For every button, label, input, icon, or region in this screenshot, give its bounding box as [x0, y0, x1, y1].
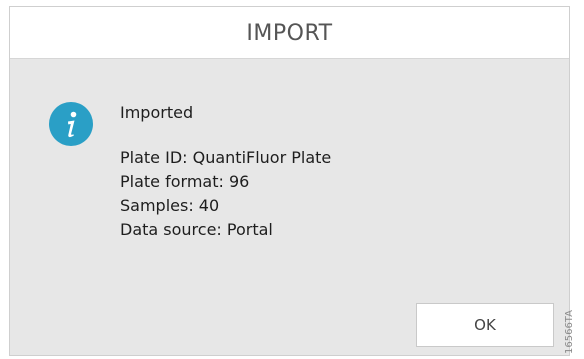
info-glyph-icon	[68, 111, 77, 138]
dialog-title-bar: IMPORT	[10, 7, 569, 59]
info-icon	[49, 102, 93, 146]
message-area: Imported Plate ID: QuantiFluor Plate Pla…	[120, 101, 331, 242]
ok-button[interactable]: OK	[416, 303, 554, 347]
data-source-line: Data source: Portal	[120, 220, 273, 239]
message-heading: Imported	[120, 103, 194, 122]
plate-id-line: Plate ID: QuantiFluor Plate	[120, 148, 332, 167]
import-dialog: IMPORT Imported Plate ID: QuantiFluor Pl…	[9, 6, 570, 356]
dialog-title: IMPORT	[246, 21, 333, 46]
plate-format-line: Plate format: 96	[120, 172, 250, 191]
figure-code-label: 16566TA	[564, 310, 575, 354]
samples-line: Samples: 40	[120, 196, 220, 215]
